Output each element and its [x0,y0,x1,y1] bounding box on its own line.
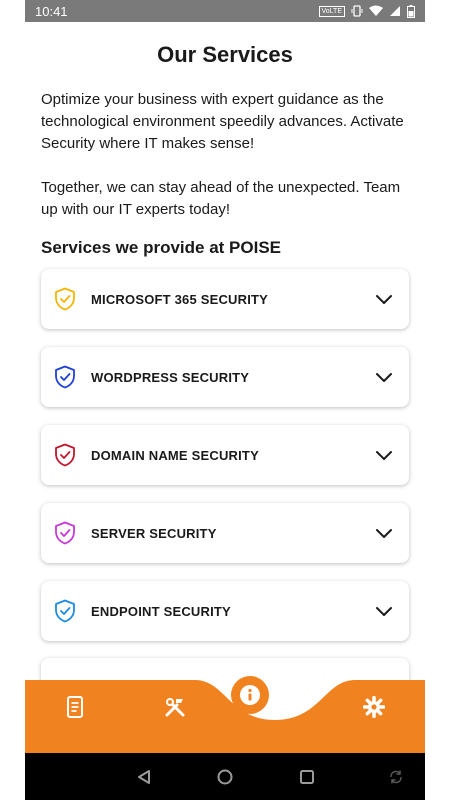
wifi-icon [369,5,383,16]
nav-info-button[interactable] [231,676,269,714]
home-circle-icon [217,769,233,785]
vibrate-icon [351,5,363,17]
info-icon [240,685,260,705]
services-page[interactable]: Our Services Optimize your business with… [25,22,425,682]
service-card[interactable]: MICROSOFT 365 SECURITY [41,269,409,329]
home-button[interactable] [214,766,236,788]
nav-settings-button[interactable] [359,692,389,722]
service-card-label: DOMAIN NAME SECURITY [91,447,259,463]
service-card-label: WORDPRESS SECURITY [91,369,250,385]
service-card[interactable]: ENDPOINT SECURITY [41,581,409,641]
bottom-nav [25,680,425,753]
signal-icon [390,6,400,16]
recents-button[interactable] [296,766,318,788]
chevron-down-icon[interactable] [375,368,393,386]
status-time: 10:41 [35,3,68,19]
volte-icon: VoLTE [318,5,345,17]
chevron-down-icon[interactable] [375,290,393,308]
rotate-icon [390,770,402,784]
system-nav-bar [25,753,425,800]
document-icon [67,696,83,718]
chevron-down-icon[interactable] [375,446,393,464]
shield-check-icon [53,443,77,467]
status-icons: VoLTE [318,4,415,18]
back-button[interactable] [133,766,155,788]
shield-check-icon [53,521,77,545]
nav-documents-button[interactable] [60,692,90,722]
nav-services-button[interactable] [160,692,190,722]
intro-paragraph-1: Optimize your business with expert guida… [41,91,404,152]
tools-icon [165,698,185,717]
service-card[interactable]: WORDPRESS SECURITY [41,347,409,407]
intro-paragraph-2: Together, we can stay ahead of the unexp… [41,179,401,218]
service-card[interactable]: SERVER SECURITY [41,503,409,563]
service-card-label: MICROSOFT 365 SECURITY [91,291,269,307]
page-title: Our Services [157,42,293,67]
rotate-button[interactable] [385,766,407,788]
service-card-partial[interactable] [41,658,409,682]
service-card-label: SERVER SECURITY [91,525,217,541]
battery-icon [407,4,415,18]
shield-check-icon [53,287,77,311]
chevron-down-icon[interactable] [375,602,393,620]
chevron-down-icon[interactable] [375,524,393,542]
gear-icon [363,696,385,718]
back-triangle-icon [138,770,150,784]
shield-check-icon [53,599,77,623]
service-card-label: ENDPOINT SECURITY [91,603,231,619]
section-heading: Services we provide at POISE [41,238,282,257]
shield-check-icon [53,365,77,389]
service-card[interactable]: DOMAIN NAME SECURITY [41,425,409,485]
status-bar: 10:41 VoLTE [25,0,425,22]
recents-square-icon [300,770,314,784]
